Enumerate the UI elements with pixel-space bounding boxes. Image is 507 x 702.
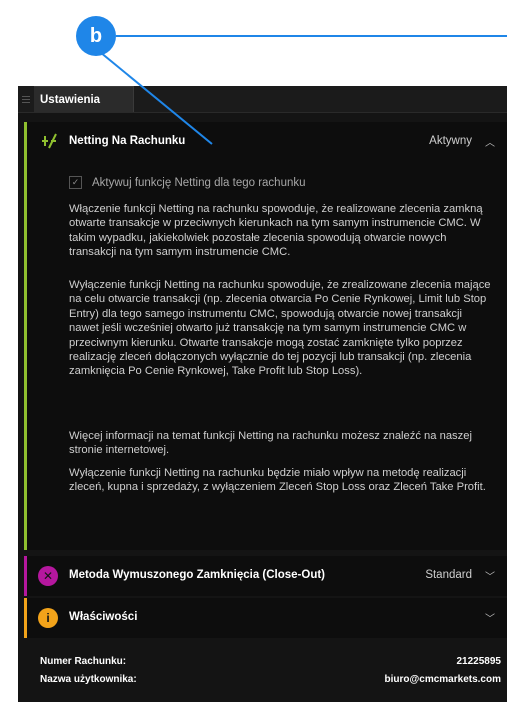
- chevron-up-icon[interactable]: ︿: [485, 134, 495, 149]
- chevron-down-icon[interactable]: ﹀: [485, 610, 495, 625]
- account-footer: Numer Rachunku: 21225895 Nazwa użytkowni…: [18, 638, 507, 702]
- account-number-row: Numer Rachunku: 21225895: [40, 656, 501, 667]
- netting-accent-bar: [24, 122, 27, 550]
- netting-header[interactable]: Netting Na Rachunku Aktywny ︿: [24, 122, 507, 160]
- netting-paragraph-3: Więcej informacji na temat funkcji Netti…: [69, 430, 472, 457]
- chevron-down-icon[interactable]: ﹀: [485, 568, 495, 583]
- account-number-label: Numer Rachunku:: [40, 656, 127, 667]
- properties-title: Właściwości: [69, 611, 138, 623]
- info-icon: i: [38, 608, 58, 628]
- properties-section[interactable]: i Właściwości ﹀: [24, 598, 507, 638]
- username-value: biuro@cmcmarkets.com: [384, 674, 501, 685]
- tab-settings[interactable]: Ustawienia: [34, 86, 134, 112]
- netting-paragraph-1: Włączenie funkcji Netting na rachunku sp…: [69, 203, 483, 259]
- callout-badge: b: [76, 16, 116, 56]
- tab-bar: Ustawienia: [18, 86, 507, 113]
- netting-checkbox-label: Aktywuj funkcję Netting dla tego rachunk…: [92, 176, 306, 189]
- username-label: Nazwa użytkownika:: [40, 674, 137, 685]
- netting-paragraph-4: Wyłączenie funkcji Netting na rachunku b…: [69, 467, 486, 494]
- closeout-status: Standard: [425, 569, 472, 581]
- netting-section: Netting Na Rachunku Aktywny ︿ ✓ Aktywuj …: [24, 122, 507, 550]
- netting-status: Aktywny: [429, 135, 472, 147]
- netting-title: Netting Na Rachunku: [69, 135, 186, 147]
- username-row: Nazwa użytkownika: biuro@cmcmarkets.com: [40, 674, 501, 685]
- closeout-title: Metoda Wymuszonego Zamknięcia (Close-Out…: [69, 569, 326, 581]
- drag-handle-icon[interactable]: [18, 86, 34, 112]
- settings-panel: Ustawienia Netting Na Rachunku Aktywny ︿…: [18, 86, 507, 702]
- netting-checkbox-row[interactable]: ✓ Aktywuj funkcję Netting dla tego rachu…: [69, 176, 306, 189]
- closeout-section[interactable]: ✕ Metoda Wymuszonego Zamknięcia (Close-O…: [24, 556, 507, 596]
- properties-accent-bar: [24, 598, 27, 638]
- closeout-accent-bar: [24, 556, 27, 596]
- netting-icon: [42, 133, 57, 149]
- netting-paragraph-2: Wyłączenie funkcji Netting na rachunku s…: [69, 279, 491, 378]
- netting-checkbox[interactable]: ✓: [69, 176, 82, 189]
- close-circle-icon: ✕: [38, 566, 58, 586]
- account-number-value: 21225895: [456, 656, 502, 667]
